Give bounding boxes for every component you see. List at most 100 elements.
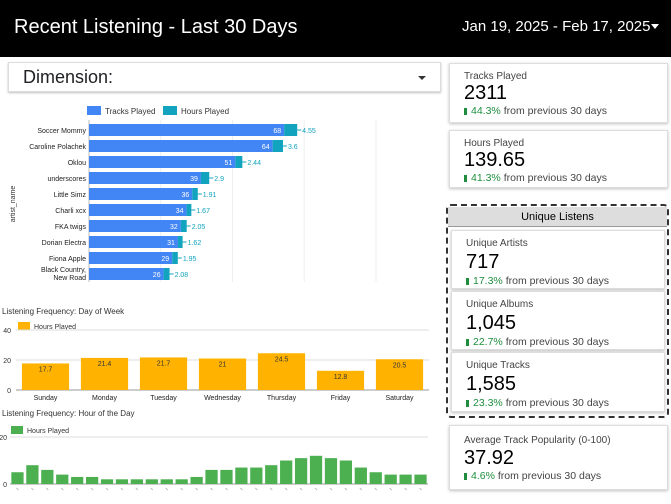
y-tick-label: 20 <box>3 358 11 365</box>
day-x-label: Sunday <box>34 395 58 402</box>
hour-tick-mark <box>419 487 422 491</box>
legend-label-tracks: Tracks Played <box>105 107 155 116</box>
tracks-bar <box>89 140 273 152</box>
hour-tick-mark <box>31 487 34 491</box>
tracks-data-label: 34 <box>176 208 184 215</box>
day-data-label: 24.5 <box>275 356 289 363</box>
tracks-data-label: 26 <box>153 272 161 279</box>
hours-bar <box>172 252 178 264</box>
tracks-bar <box>89 188 193 200</box>
up-arrow-icon <box>466 278 469 285</box>
legend-swatch-tracks <box>87 106 101 115</box>
unique-tracks-value: 1,585 <box>466 373 517 395</box>
dimension-selector[interactable]: Dimension: <box>8 62 441 92</box>
hour-bar <box>205 469 218 484</box>
unique-tracks-delta: 23.3% from previous 30 days <box>466 397 609 409</box>
tracks-data-label: 31 <box>167 240 175 247</box>
tracks-played-card: Tracks Played 2311 44.3% from previous 3… <box>449 63 668 123</box>
up-arrow-icon <box>464 175 467 182</box>
category-label: Charli xcx <box>55 208 86 215</box>
up-arrow-icon <box>464 108 467 115</box>
date-range-picker[interactable]: Jan 19, 2025 - Feb 17, 2025 <box>462 18 650 35</box>
hours-played-card: Hours Played 139.65 41.3% from previous … <box>449 130 668 188</box>
tracks-bar <box>89 156 236 168</box>
hour-tick-mark <box>75 487 79 491</box>
day-x-label: Wednesday <box>204 395 241 402</box>
hour-bar <box>85 476 99 484</box>
chevron-down-icon[interactable] <box>418 76 426 80</box>
hour-bar <box>130 479 144 484</box>
day-data-label: 17.7 <box>39 366 53 373</box>
hour-bar <box>250 467 263 484</box>
artist-bar-chart: Tracks Played Hours Played artist_name S… <box>10 106 377 282</box>
unique-albums-value: 1,045 <box>466 312 517 334</box>
popularity-label: Average Track Popularity (0-100) <box>464 435 611 446</box>
hour-tick-mark <box>359 487 363 491</box>
hour-tick-mark <box>284 487 288 491</box>
day-x-label: Tuesday <box>150 395 177 402</box>
hour-tick-mark <box>16 487 19 491</box>
hour-bar <box>145 479 158 484</box>
unique-albums-label: Unique Albums <box>466 299 534 310</box>
y-tick-label: 20 <box>0 435 7 442</box>
hour-tick-mark <box>210 487 213 491</box>
hour-bar <box>369 472 382 484</box>
hour-bar <box>175 479 188 484</box>
hour-tick-mark <box>344 487 348 491</box>
category-label: Fiona Apple <box>49 256 86 263</box>
hour-tick-mark <box>269 487 273 491</box>
hours-played-value: 139.65 <box>464 149 526 171</box>
unique-albums-card: Unique Albums 1,045 22.7% from previous … <box>451 291 665 350</box>
category-label: Black Country, <box>41 267 86 274</box>
hour-bar <box>220 469 233 484</box>
hour-bar <box>339 460 353 484</box>
tracks-bar <box>89 172 201 184</box>
day-data-label: 21.7 <box>157 360 171 367</box>
category-label: FKA twigs <box>55 224 87 231</box>
day-data-label: 21 <box>219 362 227 369</box>
hour-tick-mark <box>90 487 94 491</box>
unique-artists-card: Unique Artists 717 17.3% from previous 3… <box>451 230 665 289</box>
hour-tick-mark <box>254 487 258 491</box>
day-data-label: 20.5 <box>393 362 407 369</box>
hour-bar <box>41 469 54 484</box>
hours-data-label: 1.91 <box>203 192 217 199</box>
hour-bar <box>160 479 173 484</box>
hour-bar <box>354 467 367 484</box>
popularity-delta: 4.6% from previous 30 days <box>464 470 601 482</box>
tracks-data-label: 36 <box>182 192 190 199</box>
hours-bar <box>180 220 187 232</box>
hour-bar <box>71 476 84 484</box>
hour-bar <box>280 460 293 484</box>
tracks-played-label: Tracks Played <box>464 71 527 82</box>
hour-tick-mark <box>180 487 184 491</box>
hour-tick-mark <box>195 487 198 491</box>
day-legend-swatch <box>18 322 30 330</box>
hour-chart-title: Listening Frequency: Hour of the Day <box>2 409 135 418</box>
tracks-data-label: 39 <box>190 176 198 183</box>
hour-tick-mark <box>374 487 378 491</box>
tracks-data-label: 29 <box>161 256 169 263</box>
hour-tick-mark <box>45 487 49 491</box>
hours-played-label: Hours Played <box>464 138 525 149</box>
up-arrow-icon <box>464 473 467 480</box>
day-x-label: Thursday <box>267 395 297 402</box>
tracks-data-label: 64 <box>262 144 270 151</box>
hour-tick-mark <box>225 487 228 491</box>
report-header: Recent Listening - Last 30 Days Jan 19, … <box>0 0 671 57</box>
y-axis-label: artist_name <box>10 186 17 223</box>
hour-tick-mark <box>314 487 318 491</box>
up-arrow-icon <box>466 400 469 407</box>
hours-played-delta: 41.3% from previous 30 days <box>464 172 607 184</box>
unique-tracks-card: Unique Tracks 1,585 23.3% from previous … <box>451 352 665 412</box>
day-x-label: Saturday <box>385 395 414 402</box>
popularity-value: 37.92 <box>464 447 515 469</box>
tracks-bar <box>89 124 285 136</box>
hours-data-label: 1.67 <box>196 208 210 215</box>
hours-data-label: 1.95 <box>183 256 197 263</box>
hours-data-label: 2.44 <box>247 160 261 167</box>
unique-artists-label: Unique Artists <box>466 238 528 249</box>
date-range-dropdown-icon[interactable] <box>651 24 659 29</box>
popularity-card: Average Track Popularity (0-100) 37.92 4… <box>449 425 668 490</box>
hour-bar <box>235 467 248 484</box>
